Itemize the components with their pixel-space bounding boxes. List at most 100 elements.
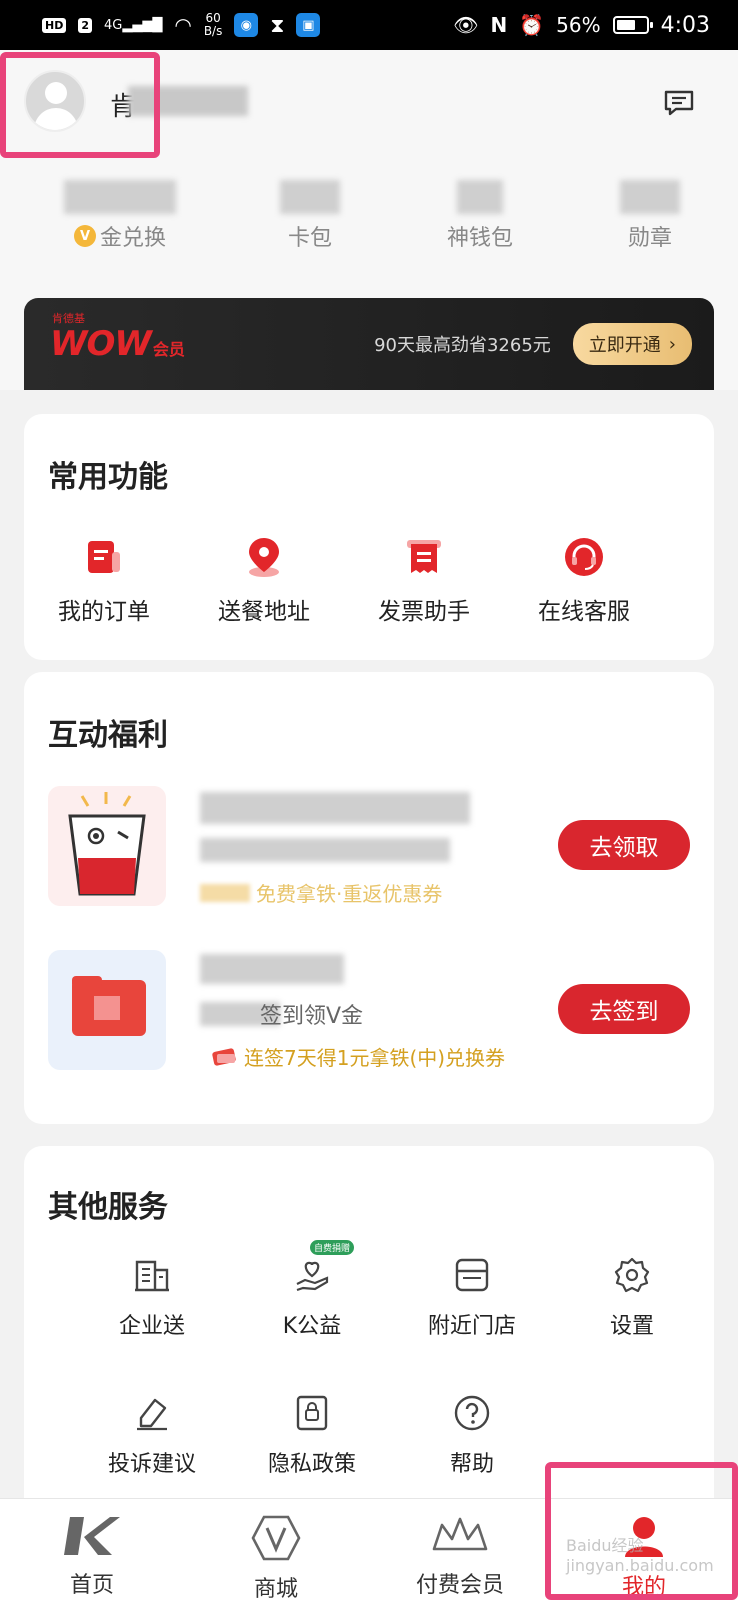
stat-wallet[interactable]: 神钱包 — [400, 180, 560, 252]
item-label: 附近门店 — [427, 1314, 516, 1339]
checkin-thumbnail — [48, 950, 166, 1070]
welfare-card: 互动福利 免费拿铁·重返优惠券 去领取 签到领V金 连签7天得1元拿铁(中)兑换… — [24, 672, 714, 1124]
network-speed-unit: B/s — [203, 24, 223, 38]
delivery-address-item[interactable]: 送餐地址 — [184, 536, 344, 626]
brand-small: 肯德基 — [52, 312, 85, 325]
stats-row: V 金兑换 卡包 神钱包 勋章 — [0, 180, 738, 252]
help-icon — [454, 1395, 490, 1431]
battery-icon — [612, 16, 653, 34]
privacy-policy-item[interactable]: 隐私政策 — [232, 1392, 392, 1478]
nav-label: 首页 — [69, 1573, 114, 1598]
feedback-item[interactable]: 投诉建议 — [72, 1392, 232, 1478]
promo-title-redacted — [200, 792, 470, 824]
watermark: Baidu经验 jingyan.baidu.com — [566, 1536, 714, 1575]
item-label: 送餐地址 — [218, 599, 310, 625]
item-label: 发票助手 — [378, 599, 470, 625]
eye-icon: 👁 — [453, 13, 479, 37]
brand-suffix: 会员 — [152, 340, 185, 359]
v-coin-icon: V — [73, 225, 96, 247]
status-bar: HD 2 4G▂▄▆█ ◠ 60 B/s ◉ ⧗ ▣ 👁 N ⏰ 56% 4:0… — [0, 0, 738, 50]
charity-icon — [296, 1261, 329, 1292]
hd-indicator: HD — [42, 17, 67, 33]
my-orders-item[interactable]: 我的订单 — [24, 536, 184, 626]
enterprise-delivery-item[interactable]: 企业送 — [72, 1254, 232, 1340]
nav-paid-membership[interactable]: 付费会员 — [368, 1499, 552, 1600]
activate-label: 立即开通 — [588, 335, 661, 356]
stat-value-redacted — [64, 180, 176, 214]
gear-icon — [614, 1257, 650, 1293]
stat-label: 金兑换 — [99, 226, 166, 251]
tag-text: 免费拿铁·重返优惠券 — [256, 882, 443, 906]
welfare-row-checkin: 签到领V金 连签7天得1元拿铁(中)兑换券 去签到 — [48, 950, 690, 1070]
nav-mall[interactable]: 商城 — [184, 1499, 368, 1600]
signal-icon: 4G▂▄▆█ — [104, 17, 163, 33]
banner-promo-text: 90天最高劲省3265元 — [374, 335, 551, 356]
other-services-card: 其他服务 企业送 自费捐赠 K公益 附近门店 设置 投诉建议 隐私政策 帮助 — [24, 1146, 714, 1506]
alarm-icon: ⏰ — [519, 13, 545, 37]
battery-percent: 56% — [556, 13, 601, 37]
order-icon — [88, 541, 120, 573]
nearby-stores-item[interactable]: 附近门店 — [392, 1254, 552, 1340]
stat-label: 勋章 — [627, 226, 672, 251]
invoice-assistant-item[interactable]: 发票助手 — [344, 536, 504, 626]
tag-icon-redacted — [200, 883, 250, 902]
location-icon — [249, 538, 279, 577]
item-label: 在线客服 — [538, 599, 630, 625]
brand-wow: WOW — [50, 324, 152, 364]
nav-label: 付费会员 — [415, 1573, 504, 1598]
item-label: 投诉建议 — [107, 1452, 196, 1477]
nav-mine-highlight-annotation — [545, 1462, 738, 1600]
k-logo-icon — [64, 1517, 120, 1555]
charity-badge: 自费捐赠 — [310, 1240, 355, 1255]
wow-member-logo: 肯德基 WOW 会员 — [50, 312, 185, 364]
item-label: 隐私政策 — [267, 1452, 356, 1477]
item-label: 帮助 — [449, 1452, 494, 1477]
item-label: K公益 — [282, 1314, 342, 1339]
membership-banner[interactable]: 肯德基 WOW 会员 90天最高劲省3265元 立即开通 › — [24, 298, 714, 390]
activate-membership-button[interactable]: 立即开通 › — [572, 323, 692, 365]
v-shield-icon — [251, 1515, 301, 1561]
clock: 4:03 — [660, 12, 710, 38]
checkin-title-redacted — [200, 954, 344, 984]
crown-icon — [432, 1517, 488, 1551]
stat-card-pack[interactable]: 卡包 — [230, 180, 390, 252]
help-item[interactable]: 帮助 — [392, 1392, 552, 1478]
online-support-item[interactable]: 在线客服 — [504, 536, 664, 626]
stat-medals[interactable]: 勋章 — [570, 180, 730, 252]
checkin-button[interactable]: 去签到 — [558, 984, 690, 1034]
building-icon — [135, 1260, 169, 1292]
checkin-folder-icon — [72, 976, 146, 1036]
promo-subtitle-redacted — [200, 838, 450, 862]
network-speed: 60 B/s — [204, 12, 223, 38]
welfare-row-free-latte: 免费拿铁·重返优惠券 去领取 — [48, 786, 690, 906]
chevron-right-icon: › — [668, 333, 676, 355]
message-icon[interactable] — [664, 90, 694, 116]
common-functions-grid: 我的订单 送餐地址 发票助手 在线客服 — [24, 536, 714, 626]
stat-label: 神钱包 — [446, 226, 513, 251]
charity-item[interactable]: 自费捐赠 K公益 — [232, 1240, 392, 1340]
hourglass-icon: ⧗ — [270, 13, 285, 37]
invoice-icon — [407, 540, 441, 573]
claim-button[interactable]: 去领取 — [558, 820, 690, 870]
settings-item[interactable]: 设置 — [552, 1254, 712, 1340]
customer-service-icon — [565, 538, 603, 576]
nav-label: 商城 — [253, 1577, 298, 1600]
cup-character-icon — [68, 792, 146, 896]
feedback-icon — [137, 1398, 167, 1431]
stat-label: 卡包 — [287, 226, 332, 251]
privacy-icon — [296, 1395, 328, 1431]
common-functions-card: 常用功能 我的订单 送餐地址 发票助手 在线客服 — [24, 414, 714, 660]
card-title: 常用功能 — [48, 460, 168, 495]
stat-v-coin[interactable]: V 金兑换 — [40, 180, 200, 252]
nav-home[interactable]: 首页 — [0, 1499, 184, 1600]
coupon-icon — [212, 1047, 236, 1066]
item-label: 企业送 — [118, 1314, 185, 1339]
app-notification-icon-2: ▣ — [296, 13, 321, 37]
card-title: 互动福利 — [48, 718, 168, 753]
checkin-subtitle: 签到领V金 — [260, 1004, 364, 1029]
store-icon — [455, 1258, 489, 1292]
item-label: 设置 — [609, 1314, 654, 1339]
promo-tag: 免费拿铁·重返优惠券 — [200, 878, 442, 907]
promo-thumbnail — [48, 786, 166, 906]
tag-text: 连签7天得1元拿铁(中)兑换券 — [244, 1046, 506, 1070]
